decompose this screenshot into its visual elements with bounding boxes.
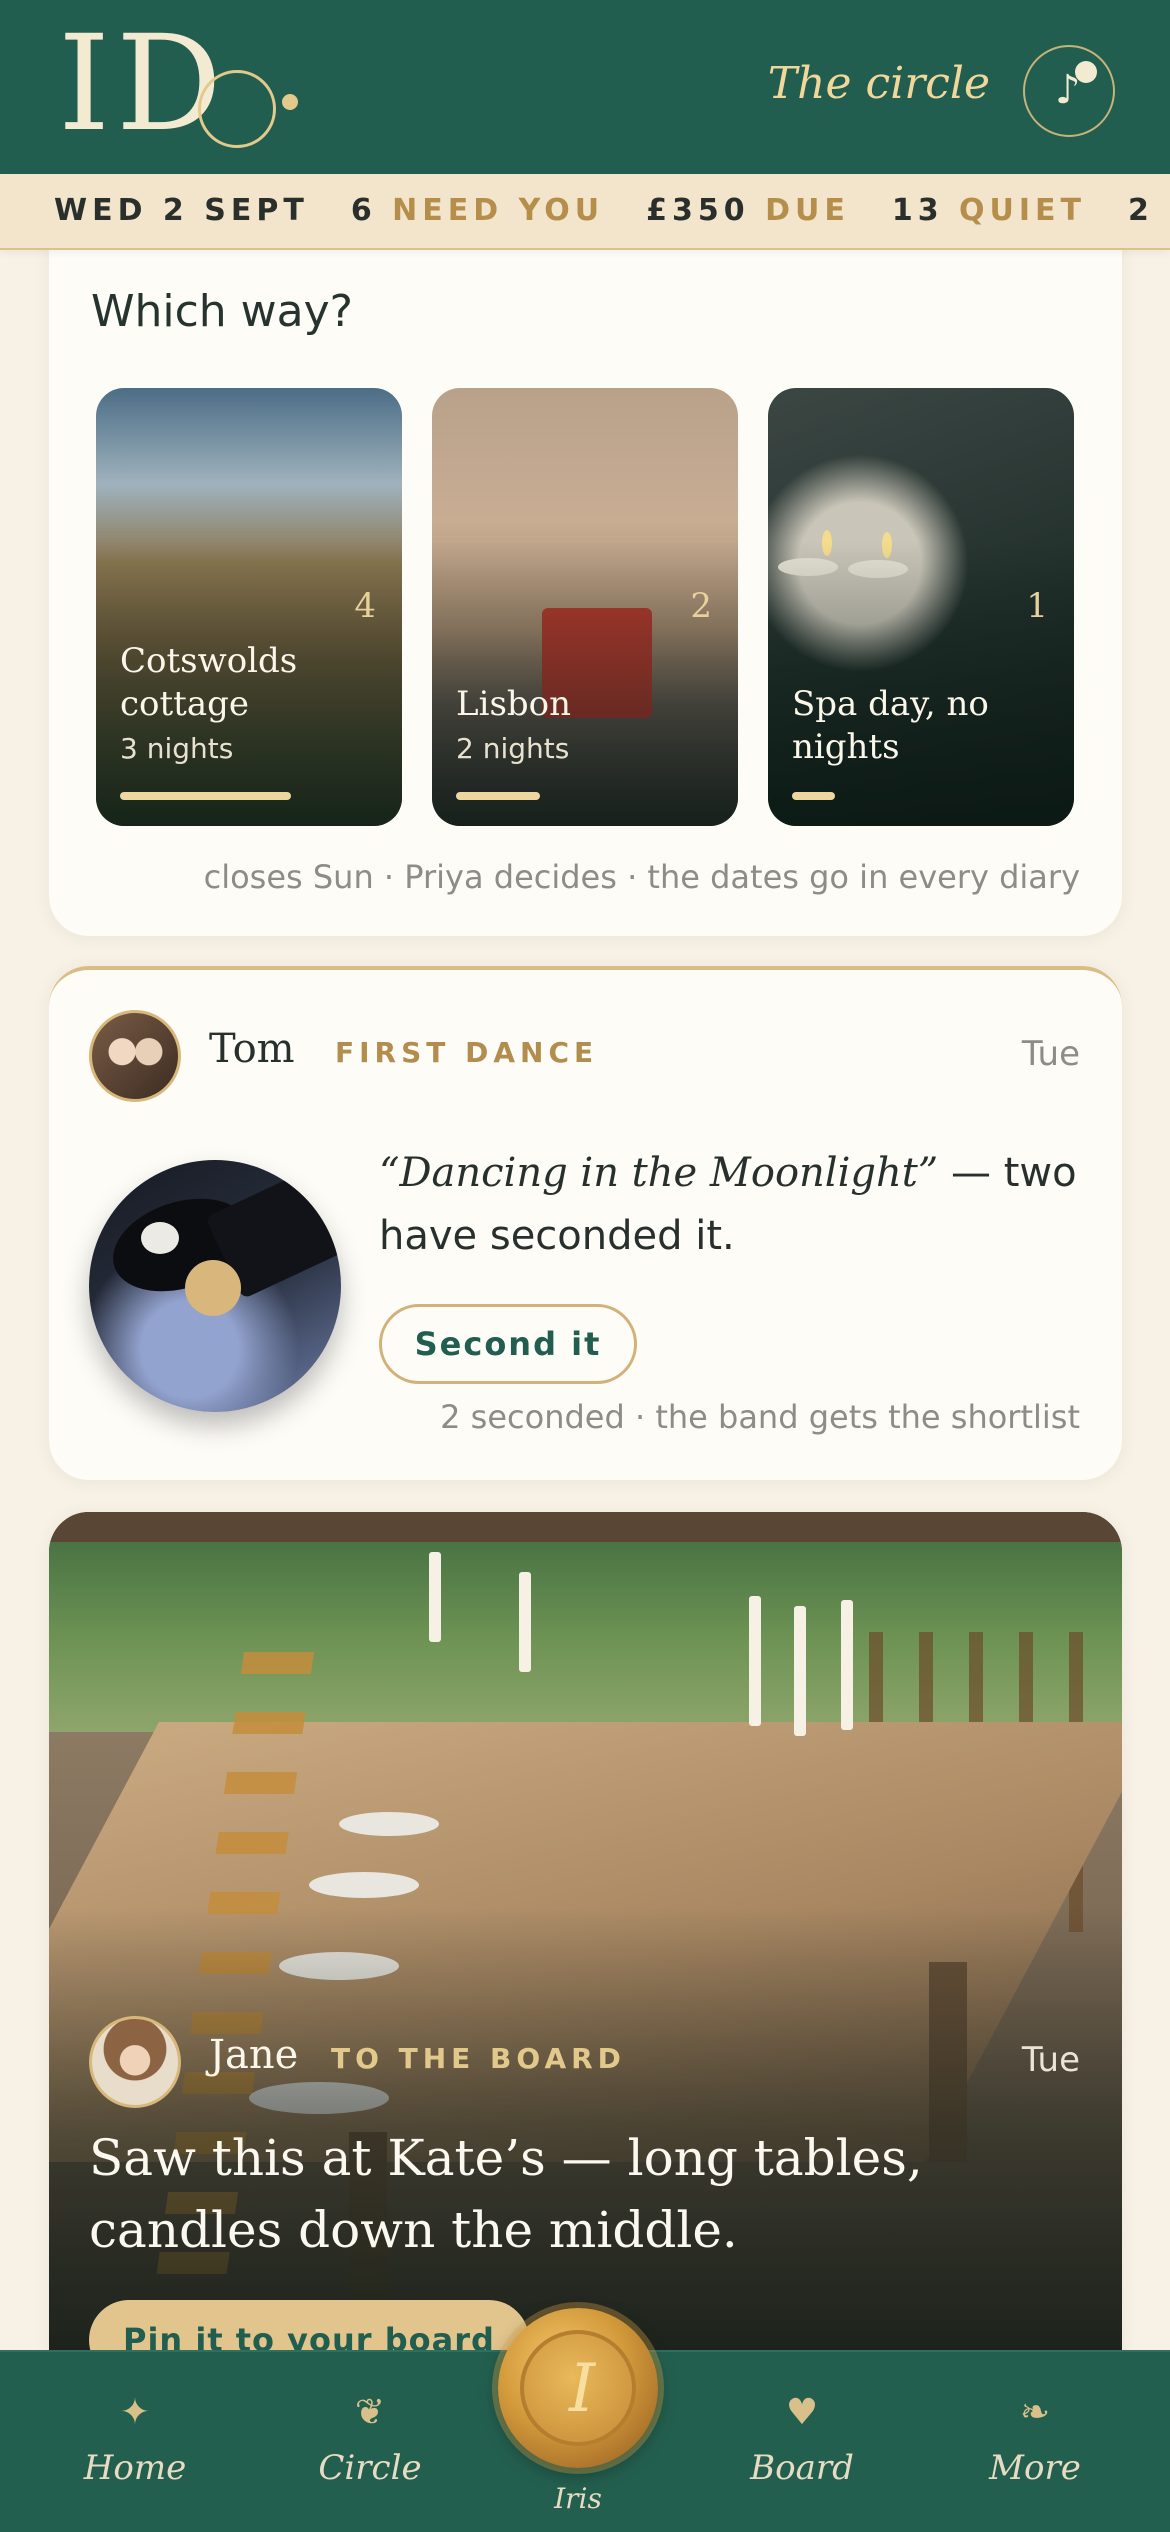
option-nights: 2 nights [456, 732, 570, 765]
play-dot [185, 1260, 241, 1316]
song-title: “Dancing in the Moonlight” [379, 1150, 939, 1196]
post-day: Tue [1021, 1034, 1080, 1074]
post-tag: TO THE BOARD [331, 2042, 626, 2075]
ticker-quiet-label: QUIET [959, 193, 1087, 228]
option-vote-bar [456, 792, 540, 800]
option-lisbon[interactable]: 2 Lisbon 2 nights [432, 388, 738, 826]
option-name: Spa day, no nights [792, 684, 989, 767]
post-tag: FIRST DANCE [335, 1036, 599, 1069]
bird-icon: ❧ [1019, 2392, 1051, 2433]
ticker-due-amount: £350 [646, 193, 750, 228]
logo-letter-i: I [58, 7, 110, 161]
logo-dot [282, 94, 298, 110]
vote-question: Which way? [91, 286, 354, 337]
ticker-need-label: NEED YOU [392, 193, 605, 228]
second-it-button[interactable]: Second it [379, 1304, 637, 1384]
nav-more-label: More [989, 2448, 1081, 2488]
option-name: Cotswolds cottage [120, 641, 298, 724]
logo-ring [198, 70, 276, 148]
record-player-image [89, 1160, 341, 1412]
nav-seal-label: Iris [554, 2482, 602, 2515]
music-button[interactable]: ♪ [1023, 45, 1115, 137]
nav-home[interactable]: ✦ Home [50, 2392, 220, 2488]
page-title: The circle [767, 58, 990, 109]
option-cotswolds[interactable]: 4 Cotswolds cottage 3 nights [96, 388, 402, 826]
ticker-quiet-count: 13 [891, 193, 944, 228]
option-name: Lisbon [456, 684, 572, 724]
post-message: Saw this at Kate’s — long tables, candle… [89, 2129, 923, 2259]
option-vote-count: 2 [690, 586, 712, 626]
option-vote-bar [792, 792, 835, 800]
app-header: I D The circle ♪ [0, 0, 1170, 174]
option-vote-count: 4 [354, 586, 376, 626]
nav-circle-label: Circle [318, 2448, 422, 2488]
ticker-date: WED 2 SEPT [54, 193, 309, 228]
status-ticker: WED 2 SEPT 6 NEED YOU £350 DUE 13 QUIET 2 [0, 174, 1170, 250]
nav-board[interactable]: ♥ Board [717, 2392, 887, 2488]
post-day: Tue [1021, 2040, 1080, 2080]
vote-card: Which way? 4 Cotswolds cottage 3 nights … [49, 170, 1122, 936]
post-message: “Dancing in the Moonlight” — two have se… [379, 1142, 1079, 1268]
option-vote-count: 1 [1026, 586, 1048, 626]
seal-letter: I [568, 2350, 596, 2427]
nav-circle[interactable]: ❦ Circle [285, 2392, 455, 2488]
nav-board-label: Board [750, 2448, 854, 2488]
vote-footer: closes Sun · Priya decides · the dates g… [203, 858, 1080, 896]
circle-flower-icon: ❦ [354, 2392, 386, 2433]
avatar[interactable] [89, 1010, 181, 1102]
ticker-due-label: DUE [765, 193, 850, 228]
ticker-next-count: 2 [1128, 193, 1154, 228]
wax-seal-button[interactable]: I [498, 2308, 658, 2468]
nav-home-label: Home [83, 2448, 187, 2488]
board-post-card: Jane TO THE BOARD Tue Saw this at Kate’s… [49, 1512, 1122, 2392]
heart-icon: ♥ [785, 2392, 819, 2433]
music-dot [1075, 61, 1097, 83]
nav-more[interactable]: ❧ More [950, 2392, 1120, 2488]
bottom-nav: ✦ Home ❦ Circle I Iris ♥ Board ❧ More [0, 2308, 1170, 2532]
post-author: Tom [209, 1026, 295, 1072]
avatar[interactable] [89, 2016, 181, 2108]
app-logo[interactable]: I D [50, 7, 310, 161]
first-dance-card: Tom FIRST DANCE Tue “Dancing in the Moon… [49, 966, 1122, 1480]
option-nights: 3 nights [120, 732, 234, 765]
ticker-need-count: 6 [350, 193, 377, 228]
sparkle-icon: ✦ [119, 2392, 151, 2433]
option-vote-bar [120, 792, 291, 800]
post-author: Jane [209, 2032, 299, 2078]
option-spa-day[interactable]: 1 Spa day, no nights [768, 388, 1074, 826]
first-dance-footer: 2 seconded · the band gets the shortlist [440, 1398, 1080, 1436]
